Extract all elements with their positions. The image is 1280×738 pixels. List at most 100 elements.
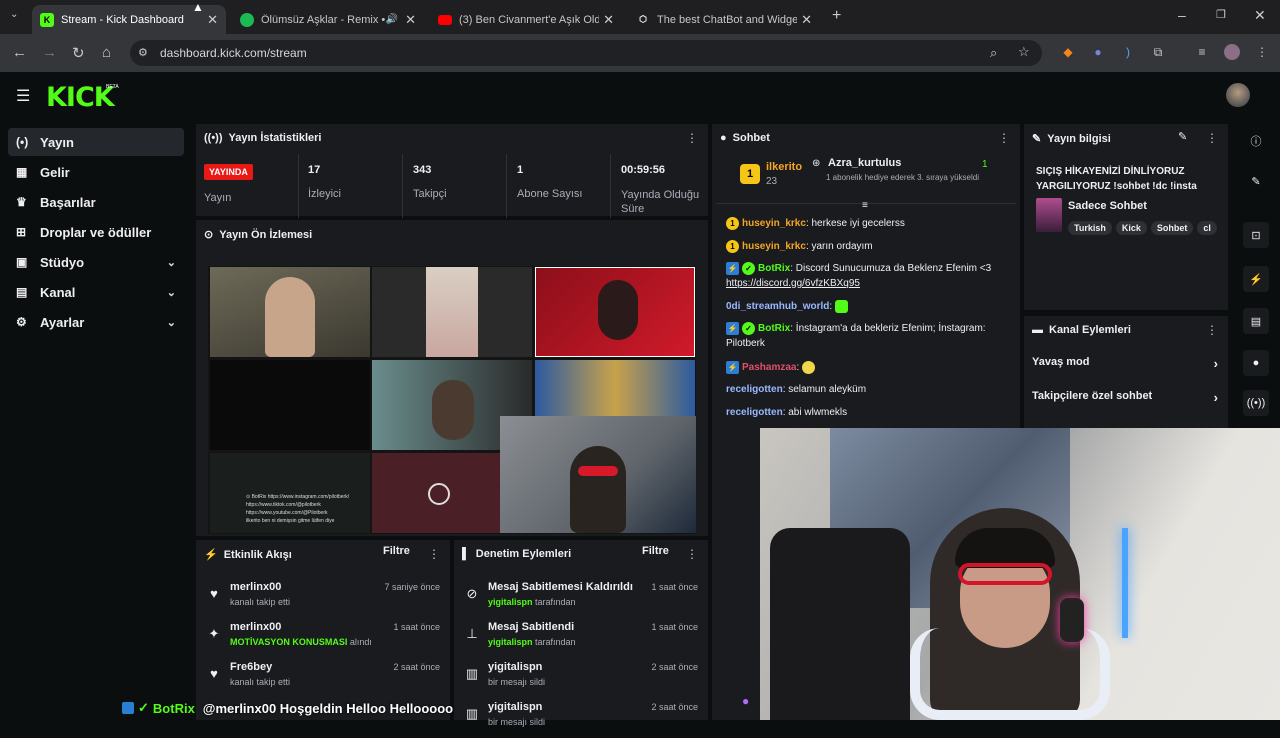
list-item[interactable]: ▥ yigitalispn bir mesajı sildi 2 saat ön… xyxy=(454,658,708,698)
list-item[interactable]: ✦ merlinx00 MOTİVASYON KONUSMASI alındı … xyxy=(196,618,450,658)
list-item[interactable]: ▥ yigitalispn bir mesajı sildi 2 saat ön… xyxy=(454,698,708,738)
tab-search-icon[interactable]: ⌄ xyxy=(10,9,18,20)
chat-username[interactable]: BotRix xyxy=(758,323,790,334)
edit-icon[interactable]: ✎ xyxy=(1178,130,1187,143)
tab-botrix[interactable]: ⬡ The best ChatBot and Widgets ✕ xyxy=(628,5,820,34)
uptime-label: Yayında Olduğu Süre xyxy=(621,189,700,215)
url-text[interactable]: dashboard.kick.com/stream xyxy=(160,46,307,60)
pinned-gift-card[interactable]: 1 ilkerito 23 ⊛ Azra_kurtulus 1 abonelik… xyxy=(716,152,1016,204)
sidebar-item-basarilar[interactable]: ♛ Başarılar xyxy=(8,188,184,216)
sidebar-item-studyo[interactable]: ▣ Stüdyo ⌄ xyxy=(8,248,184,276)
slow-mode-row[interactable]: Yavaş mod › xyxy=(1032,356,1222,376)
mod-action-title: yigitalispn xyxy=(488,701,543,713)
subs-label: Abone Sayısı xyxy=(517,188,583,200)
zoom-icon[interactable]: ⌕ xyxy=(990,45,997,61)
discord-extension-icon[interactable]: ● xyxy=(1090,44,1106,60)
person-shape xyxy=(265,277,315,357)
list-item[interactable]: ⊥ Mesaj Sabitlendi yigitalispn tarafında… xyxy=(454,618,708,658)
tab-youtube[interactable]: (3) Ben Civanmert'e Aşık Oldum ✕ xyxy=(430,5,622,34)
tab-spotify[interactable]: Ölümsüz Aşklar - Remix • A 🔊 ✕ xyxy=(232,5,424,34)
forward-icon[interactable]: → xyxy=(42,44,57,61)
pencil-icon[interactable]: ✎ xyxy=(1243,168,1269,194)
sidebar-item-droplar[interactable]: ⊞ Droplar ve ödüller xyxy=(8,218,184,246)
moderation-filter-button[interactable]: Filtre xyxy=(642,545,669,557)
chat-username[interactable]: receligotten xyxy=(726,407,783,418)
broadcast-icon[interactable]: ((•)) xyxy=(1243,390,1269,416)
stream-video[interactable]: ⊙ BotRix https://www.instagram.com/pilot… xyxy=(208,266,696,534)
browser-menu-icon[interactable]: ⋮ xyxy=(1254,44,1270,60)
followers-only-row[interactable]: Takipçilere özel sohbet › xyxy=(1032,390,1222,410)
camera-icon[interactable]: ⊡ xyxy=(1243,222,1269,248)
sidebar-item-label: Ayarlar xyxy=(40,314,85,330)
user-avatar[interactable] xyxy=(1226,83,1250,107)
activity-filter-button[interactable]: Filtre xyxy=(383,545,410,557)
close-tab-icon[interactable]: ✕ xyxy=(603,12,614,28)
activity-text: kanalı takip etti xyxy=(230,677,291,687)
more-options-icon[interactable]: ⋮ xyxy=(686,131,698,145)
category-name[interactable]: Sadece Sohbet xyxy=(1068,200,1147,212)
chat-username[interactable]: 0di_streamhub_world xyxy=(726,301,829,312)
hamburger-menu-icon[interactable]: ☰ xyxy=(16,86,30,106)
tab-title: (3) Ben Civanmert'e Aşık Oldum xyxy=(459,13,599,26)
lightning-icon[interactable]: ⚡ xyxy=(1243,266,1269,292)
bookmark-star-icon[interactable]: ☆ xyxy=(1018,44,1030,60)
tag-pill[interactable]: Kick xyxy=(1115,221,1147,235)
more-options-icon[interactable]: ⋮ xyxy=(686,547,698,561)
new-tab-icon[interactable]: + xyxy=(832,7,841,25)
minimize-icon[interactable]: – xyxy=(1178,7,1186,23)
cam-tile-3 xyxy=(535,267,695,357)
chat-bubble-icon[interactable]: ● xyxy=(1243,350,1269,376)
close-tab-icon[interactable]: ✕ xyxy=(405,12,416,28)
collapse-pinned-icon[interactable]: ≡ xyxy=(862,200,868,211)
chat-username[interactable]: receligotten xyxy=(726,384,783,395)
close-tab-icon[interactable]: ✕ xyxy=(801,12,812,28)
document-icon[interactable]: ▤ xyxy=(1243,308,1269,334)
chat-username[interactable]: BotRix xyxy=(758,263,790,274)
chat-username[interactable]: Pashamzaa xyxy=(742,362,796,373)
tag-list: Turkish Kick Sohbet cl xyxy=(1068,218,1218,236)
list-item[interactable]: ♥ merlinx00 kanalı takip etti 7 saniye ö… xyxy=(196,578,450,618)
overlay-user: BotRix xyxy=(152,700,195,716)
reload-icon[interactable]: ↻ xyxy=(72,44,85,62)
moderation-panel: ▌ Denetim Eylemleri Filtre ⋮ ⊘ Mesaj Sabi… xyxy=(454,540,708,727)
back-icon[interactable]: ← xyxy=(12,44,27,61)
profile-avatar[interactable] xyxy=(1224,44,1240,60)
subs-count: 1 xyxy=(517,164,524,176)
reward-icon: ✦ xyxy=(208,626,220,641)
microphone-shape xyxy=(1060,598,1084,642)
chat-link[interactable]: https://discord.gg/6vfzKBXq95 xyxy=(726,278,860,289)
list-item[interactable]: ♥ Fre6bey kanalı takip etti 2 saat önce xyxy=(196,658,450,698)
chat-username[interactable]: huseyin_krkc xyxy=(742,218,806,229)
overlay-line: ilkerito ben ni demişsin gitme lütfen di… xyxy=(246,518,335,524)
metamask-extension-icon[interactable]: ◆ xyxy=(1060,44,1076,60)
info-icon[interactable]: ⓘ xyxy=(1243,128,1269,154)
sidebar-item-gelir[interactable]: ▦ Gelir xyxy=(8,158,184,186)
panel-title: Yayın bilgisi xyxy=(1047,132,1111,145)
more-options-icon[interactable]: ⋮ xyxy=(1206,323,1218,337)
tag-pill[interactable]: cl xyxy=(1197,221,1217,235)
kick-logo[interactable]: KICK xyxy=(46,82,115,113)
sidebar-item-yayin[interactable]: (•) Yayın xyxy=(8,128,184,156)
more-options-icon[interactable]: ⋮ xyxy=(1206,131,1218,145)
chat-username[interactable]: huseyin_krkc xyxy=(742,241,806,252)
mic-icon[interactable]: ● xyxy=(742,694,749,708)
voice-extension-icon[interactable]: ) xyxy=(1120,44,1136,60)
more-options-icon[interactable]: ⋮ xyxy=(998,131,1010,145)
speaker-icon[interactable]: 🔊 xyxy=(386,14,398,25)
sidebar-item-kanal[interactable]: ▤ Kanal ⌄ xyxy=(8,278,184,306)
tag-pill[interactable]: Turkish xyxy=(1068,221,1112,235)
stream-title-text: SIÇIŞ HİKAYENİZİ DİNLİYORUZ YARGILIYORUZ… xyxy=(1036,166,1197,192)
more-options-icon[interactable]: ⋮ xyxy=(428,547,440,561)
tag-pill[interactable]: Sohbet xyxy=(1150,221,1194,235)
maximize-icon[interactable]: ❐ xyxy=(1216,8,1226,21)
sidebar-item-ayarlar[interactable]: ⚙ Ayarlar ⌄ xyxy=(8,308,184,336)
list-item[interactable]: ⊘ Mesaj Sabitlemesi Kaldırıldı yigitalis… xyxy=(454,578,708,618)
chat-text: herkese iyi gecelerss xyxy=(811,218,905,229)
extensions-icon[interactable]: ⧉ xyxy=(1150,44,1166,60)
site-info-icon[interactable]: ⚙ xyxy=(138,46,148,59)
close-window-icon[interactable]: ✕ xyxy=(1254,7,1266,24)
chat-message: 1 huseyin_krkc: herkese iyi gecelerss xyxy=(726,216,1016,231)
tab-search-menu-icon[interactable]: ≡ xyxy=(1194,44,1210,60)
home-icon[interactable]: ⌂ xyxy=(102,44,111,61)
close-tab-icon[interactable]: ✕ xyxy=(207,12,218,28)
